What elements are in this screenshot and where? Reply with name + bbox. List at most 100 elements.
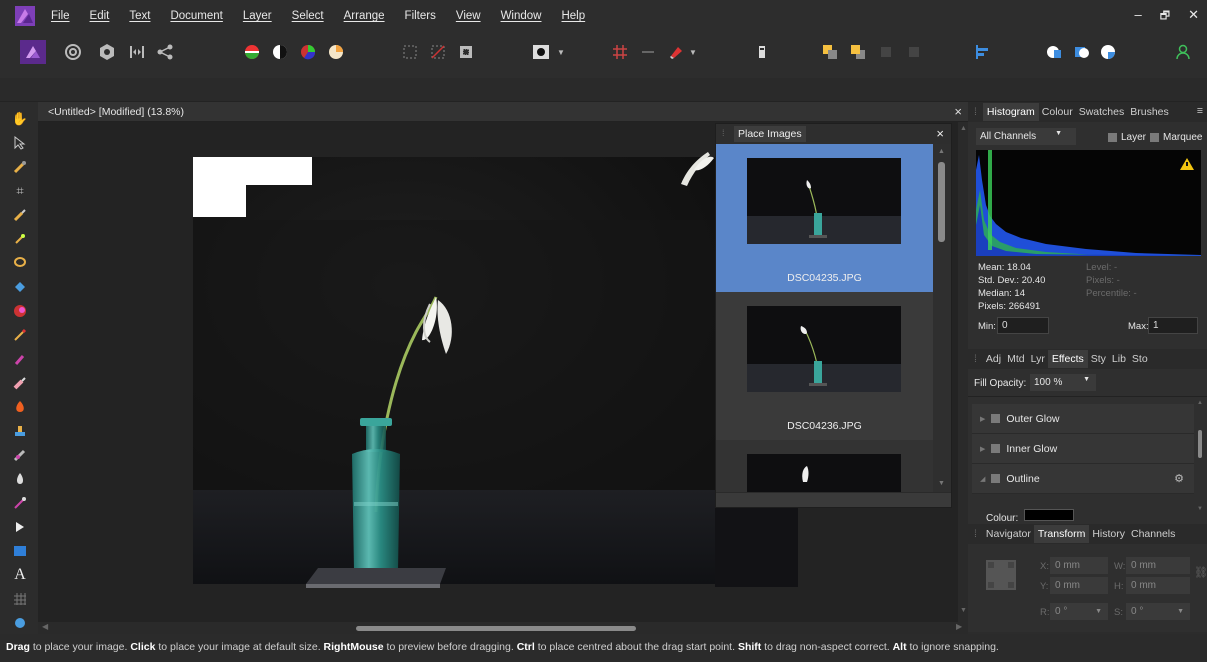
checkbox-icon[interactable] bbox=[991, 444, 1001, 453]
user-account-icon[interactable] bbox=[1172, 40, 1194, 64]
colour-picker-tool-icon[interactable] bbox=[11, 158, 29, 176]
blemish-removal-tool-icon[interactable] bbox=[11, 446, 29, 464]
boolean-intersect-icon[interactable] bbox=[1098, 40, 1118, 64]
panel-grip-icon[interactable]: ⁞ bbox=[974, 528, 977, 540]
auto-white-balance-icon[interactable] bbox=[326, 40, 346, 64]
horizontal-scrollbar[interactable]: ◀ ▶ bbox=[38, 622, 968, 634]
effect-inner-glow[interactable]: ▶ Inner Glow bbox=[972, 434, 1194, 464]
place-images-scroll-thumb[interactable] bbox=[938, 162, 945, 242]
view-tool-icon[interactable] bbox=[11, 614, 29, 632]
menu-arrange[interactable]: Arrange bbox=[344, 10, 385, 22]
flood-fill-tool-icon[interactable] bbox=[11, 278, 29, 296]
effects-scrollbar[interactable]: ▲ ▼ bbox=[1196, 398, 1206, 518]
tab-styles[interactable]: Sty bbox=[1088, 353, 1109, 365]
arrange-forward-icon[interactable] bbox=[848, 40, 868, 64]
max-field[interactable]: 1 bbox=[1148, 317, 1198, 334]
checkbox-icon[interactable] bbox=[991, 414, 1001, 423]
align-icon[interactable] bbox=[638, 40, 658, 64]
menu-filters[interactable]: Filters bbox=[405, 10, 436, 22]
assistant-icon[interactable] bbox=[752, 40, 772, 64]
export-persona-icon[interactable] bbox=[154, 40, 176, 64]
auto-contrast-icon[interactable] bbox=[270, 40, 290, 64]
place-images-header[interactable]: ⁞ Place Images × bbox=[716, 124, 951, 144]
anchor-point-icon[interactable] bbox=[986, 560, 1016, 590]
flood-select-tool-icon[interactable] bbox=[11, 230, 29, 248]
menu-edit[interactable]: Edit bbox=[90, 10, 110, 22]
snapping-grid-icon[interactable] bbox=[610, 40, 630, 64]
place-images-scrollbar[interactable]: ▲ ▼ bbox=[933, 144, 951, 492]
layer-checkbox[interactable]: Layer bbox=[1108, 132, 1146, 143]
selection-brush-tool-icon[interactable] bbox=[11, 206, 29, 224]
quick-mask-dropdown-icon[interactable]: ▼ bbox=[556, 40, 566, 64]
boolean-subtract-icon[interactable] bbox=[1072, 40, 1092, 64]
pen-tool-icon[interactable] bbox=[11, 518, 29, 536]
gear-icon[interactable]: ⚙ bbox=[1174, 472, 1184, 485]
colour-replacement-tool-icon[interactable] bbox=[11, 350, 29, 368]
collapse-arrow-icon[interactable]: ◢ bbox=[980, 475, 985, 483]
smudge-brush-tool-icon[interactable] bbox=[11, 494, 29, 512]
tab-navigator[interactable]: Navigator bbox=[983, 528, 1034, 540]
quick-mask-icon[interactable] bbox=[530, 40, 552, 64]
artistic-text-tool-icon[interactable]: A bbox=[11, 566, 29, 584]
tab-stock[interactable]: Sto bbox=[1129, 353, 1151, 365]
thumbnail-item[interactable]: DSC04236.JPG bbox=[716, 292, 933, 440]
paint-brush-tool-icon[interactable] bbox=[11, 326, 29, 344]
tab-colour[interactable]: Colour bbox=[1039, 106, 1076, 118]
place-images-close-button[interactable]: × bbox=[936, 126, 944, 141]
marquee-checkbox[interactable]: Marquee bbox=[1150, 132, 1202, 143]
snapping-dropdown-icon[interactable]: ▼ bbox=[688, 40, 698, 64]
document-tab[interactable]: <Untitled> [Modified] (13.8%) × bbox=[38, 102, 968, 122]
tab-brushes[interactable]: Brushes bbox=[1127, 106, 1172, 118]
vertical-scrollbar[interactable]: ▲ ▼ bbox=[958, 122, 968, 622]
fill-opacity-dropdown[interactable]: 100 % ▼ bbox=[1030, 374, 1096, 391]
rotation-field[interactable]: 0 ° ▼ bbox=[1050, 603, 1108, 620]
thumbnail-item[interactable] bbox=[716, 440, 933, 492]
auto-levels-icon[interactable] bbox=[242, 40, 262, 64]
menu-help[interactable]: Help bbox=[561, 10, 585, 22]
tab-adjustments[interactable]: Adj bbox=[983, 353, 1004, 365]
tab-channels[interactable]: Channels bbox=[1128, 528, 1178, 540]
photo-persona-icon[interactable] bbox=[20, 40, 46, 64]
align-left-icon[interactable] bbox=[972, 40, 992, 64]
crop-tool-icon[interactable]: ⌗ bbox=[11, 182, 29, 200]
tab-layers[interactable]: Lyr bbox=[1028, 353, 1048, 365]
panel-grip-icon[interactable]: ⁞ bbox=[974, 353, 977, 365]
clone-brush-tool-icon[interactable] bbox=[11, 422, 29, 440]
marquee-icon[interactable] bbox=[400, 40, 420, 64]
menu-text[interactable]: Text bbox=[129, 10, 150, 22]
liquify-persona-icon[interactable] bbox=[62, 40, 84, 64]
tab-histogram[interactable]: Histogram bbox=[982, 103, 1039, 121]
colour-swatch[interactable] bbox=[1024, 509, 1074, 521]
mesh-warp-tool-icon[interactable] bbox=[11, 590, 29, 608]
tone-mapping-persona-icon[interactable] bbox=[126, 40, 148, 64]
effect-outline[interactable]: ◢ Outline ⚙ bbox=[972, 464, 1194, 494]
channel-dropdown[interactable]: All Channels ▼ bbox=[976, 128, 1076, 145]
affinity-logo-icon[interactable] bbox=[15, 6, 35, 26]
w-field[interactable]: 0 mm bbox=[1126, 557, 1190, 574]
horizontal-scroll-thumb[interactable] bbox=[356, 626, 636, 631]
link-icon[interactable]: ⛓ bbox=[1194, 566, 1207, 579]
min-field[interactable]: 0 bbox=[997, 317, 1049, 334]
tab-swatches[interactable]: Swatches bbox=[1076, 106, 1128, 118]
menu-window[interactable]: Window bbox=[501, 10, 542, 22]
develop-persona-icon[interactable] bbox=[96, 40, 118, 64]
boolean-add-icon[interactable] bbox=[1044, 40, 1064, 64]
tab-library[interactable]: Lib bbox=[1109, 353, 1129, 365]
minimize-button[interactable]: – bbox=[1135, 7, 1142, 26]
invert-selection-icon[interactable] bbox=[456, 40, 476, 64]
restore-button[interactable]: 🗗 bbox=[1160, 7, 1170, 26]
close-window-button[interactable]: ✕ bbox=[1188, 7, 1199, 26]
panel-grip-icon[interactable]: ⁞ bbox=[722, 128, 725, 138]
menu-layer[interactable]: Layer bbox=[243, 10, 272, 22]
rectangle-tool-icon[interactable] bbox=[11, 542, 29, 560]
deselect-icon[interactable] bbox=[428, 40, 448, 64]
document-close-button[interactable]: × bbox=[954, 104, 962, 119]
effects-scroll-thumb[interactable] bbox=[1198, 430, 1202, 458]
y-field[interactable]: 0 mm bbox=[1050, 577, 1108, 594]
auto-colours-icon[interactable] bbox=[298, 40, 318, 64]
tab-effects[interactable]: Effects bbox=[1047, 350, 1088, 368]
move-tool-icon[interactable] bbox=[11, 134, 29, 152]
menu-file[interactable]: File bbox=[51, 10, 70, 22]
x-field[interactable]: 0 mm bbox=[1050, 557, 1108, 574]
hand-tool-icon[interactable]: ✋ bbox=[11, 110, 29, 128]
